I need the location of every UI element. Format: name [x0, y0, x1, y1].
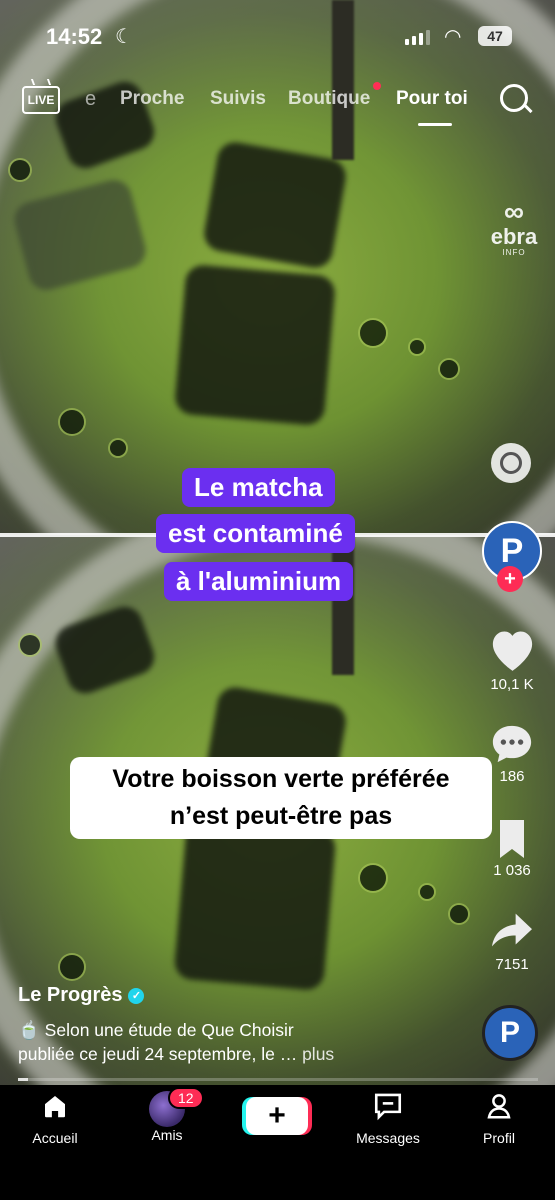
share-count: 7151: [495, 956, 529, 973]
save-count: 1 036: [493, 862, 531, 879]
tab-boutique[interactable]: Boutique: [288, 88, 370, 110]
like-count: 10,1 K: [490, 676, 534, 693]
description-line-2: publiée ce jeudi 24 septembre, le …: [18, 1044, 298, 1064]
friends-label: Amis: [151, 1127, 183, 1143]
bottom-navigation: Accueil Amis 12 + Messages Profil: [0, 1085, 555, 1200]
active-tab-indicator: [418, 123, 452, 126]
sound-icon[interactable]: [491, 443, 531, 483]
search-icon[interactable]: [500, 84, 528, 112]
music-disc-avatar[interactable]: P: [482, 1005, 538, 1061]
ebra-name: ebra: [490, 224, 538, 249]
profile-icon: [487, 1094, 511, 1119]
top-navigation: LIVE e Proche Suivis Boutique Pour toi: [0, 78, 555, 128]
create-button[interactable]: +: [246, 1097, 308, 1135]
nav-home[interactable]: Accueil: [10, 1091, 100, 1146]
home-label: Accueil: [32, 1130, 78, 1146]
subtitle-line-2: n’est peut-être pas: [169, 802, 393, 830]
progress-fill: [18, 1078, 29, 1081]
messages-icon: [374, 1093, 402, 1121]
wifi-icon: ◠: [444, 26, 462, 48]
caption-line-1: Le matcha: [182, 468, 335, 507]
tab-proche[interactable]: Proche: [120, 88, 184, 110]
caption-line-2: est contaminé: [156, 514, 355, 553]
matcha-emoji-icon: 🍵: [18, 1020, 40, 1040]
subtitle-line-1: Votre boisson verte préférée: [112, 765, 450, 793]
like-button[interactable]: [485, 625, 540, 678]
tab-pour-toi[interactable]: Pour toi: [396, 88, 468, 110]
description-line-1: Selon une étude de Que Choisir: [44, 1020, 294, 1040]
comment-count: 186: [499, 768, 525, 785]
nav-messages[interactable]: Messages: [343, 1091, 433, 1146]
home-icon: [45, 1096, 65, 1118]
video-progress-bar[interactable]: [18, 1078, 538, 1081]
ebra-sub: INFO: [502, 248, 526, 257]
messages-label: Messages: [356, 1130, 420, 1146]
friends-badge: 12: [168, 1087, 204, 1109]
save-button[interactable]: [496, 818, 528, 860]
share-button[interactable]: [490, 910, 534, 950]
post-description[interactable]: 🍵 Selon une étude de Que Choisir publiée…: [18, 1018, 458, 1066]
tab-partial[interactable]: e: [85, 88, 96, 111]
more-link[interactable]: plus: [302, 1044, 334, 1064]
tab-suivis[interactable]: Suivis: [210, 88, 266, 110]
author-name-text[interactable]: Le Progrès: [18, 984, 122, 1006]
comment-button[interactable]: [489, 722, 535, 766]
battery-indicator: 47: [478, 26, 512, 46]
share-arrow-icon: [492, 913, 532, 947]
ebra-watermark: ∞ ebra INFO: [482, 196, 546, 258]
follow-plus-icon[interactable]: +: [497, 566, 523, 592]
clock: 14:52: [46, 24, 103, 49]
signal-icon: [405, 30, 430, 45]
subtitle-box: Votre boisson verte préférée n’est peut-…: [70, 757, 492, 839]
profile-label: Profil: [483, 1130, 515, 1146]
bookmark-icon: [500, 820, 524, 858]
verified-badge-icon: ✓: [128, 987, 145, 1004]
notification-dot: [373, 82, 381, 90]
nav-profile[interactable]: Profil: [454, 1091, 544, 1146]
live-button[interactable]: LIVE: [22, 86, 60, 114]
ebra-logo-icon: ∞: [504, 196, 524, 227]
author-name[interactable]: Le Progrès ✓: [18, 984, 145, 1007]
caption-line-3: à l'aluminium: [164, 562, 354, 601]
comment-icon: [492, 725, 532, 763]
status-bar: 14:52 ☾ ◠ 47: [0, 0, 555, 70]
heart-icon: [492, 631, 533, 671]
moon-icon: ☾: [115, 26, 133, 48]
